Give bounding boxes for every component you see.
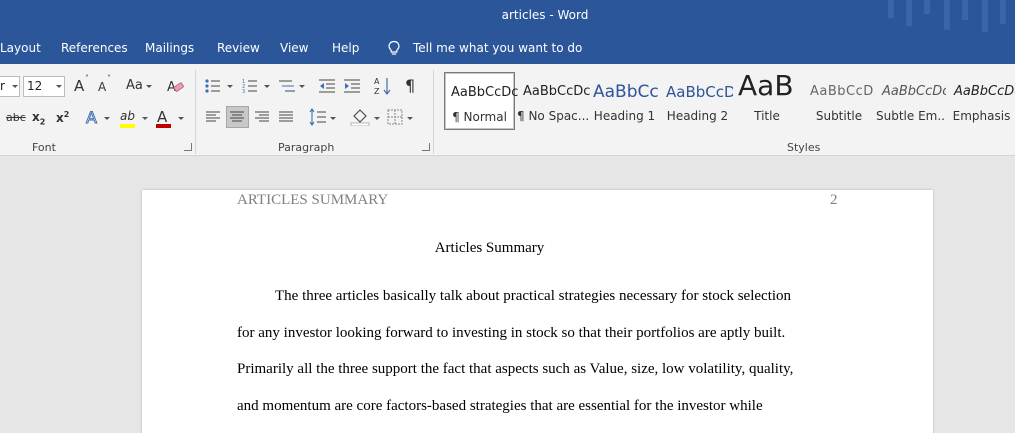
- style-name: Heading 1: [593, 109, 656, 123]
- numbering-dropdown-icon[interactable]: [264, 85, 270, 88]
- tab-mailings[interactable]: Mailings: [145, 41, 194, 55]
- shrink-font-button[interactable]: A: [98, 80, 106, 94]
- style-heading-1[interactable]: AaBbCc Heading 1: [589, 72, 660, 130]
- font-dialog-launcher[interactable]: [184, 143, 192, 151]
- document-page[interactable]: ARTICLES SUMMARY 2 Articles Summary The …: [142, 190, 933, 433]
- shading-dropdown-icon[interactable]: [374, 117, 380, 120]
- ribbon: r 12 A ˄ A ˅ Aa A abc x2 x2 A ab A Font …: [0, 64, 1015, 156]
- clear-formatting-icon[interactable]: A: [166, 77, 184, 95]
- style-name: Subtle Em...: [876, 109, 946, 123]
- subscript-label: x: [32, 110, 40, 124]
- font-color-swatch: [156, 124, 171, 128]
- strikethrough-button[interactable]: abc: [6, 111, 26, 124]
- document-title: Articles Summary: [434, 240, 545, 256]
- highlight-color-swatch: [120, 124, 135, 128]
- superscript-label: x: [56, 111, 64, 125]
- text-effects-dropdown-icon[interactable]: [104, 117, 110, 120]
- running-head: ARTICLES SUMMARY: [237, 192, 389, 208]
- font-group-label: Font: [32, 141, 56, 154]
- font-color-dropdown-icon[interactable]: [178, 117, 184, 120]
- multilevel-list-icon[interactable]: [278, 78, 296, 94]
- highlight-dropdown-icon[interactable]: [142, 117, 148, 120]
- font-size-dropdown-icon[interactable]: [56, 85, 62, 88]
- tab-review[interactable]: Review: [217, 41, 260, 55]
- align-center-icon: [230, 111, 244, 122]
- style-sample: AaBbCcDc: [523, 84, 591, 99]
- decrease-indent-icon[interactable]: [318, 78, 336, 94]
- svg-text:Z: Z: [374, 87, 380, 96]
- grow-font-button[interactable]: A: [74, 77, 84, 95]
- style-normal[interactable]: AaBbCcDc ¶ Normal: [444, 72, 519, 130]
- tab-help[interactable]: Help: [332, 41, 359, 55]
- text-effects-button[interactable]: A: [86, 108, 98, 128]
- page-number: 2: [830, 192, 838, 208]
- style-name: ¶ No Spac...: [517, 109, 590, 123]
- style-sample: AaBbCcDc: [882, 84, 946, 99]
- align-left-icon[interactable]: [205, 110, 221, 124]
- style-sample: AaBbCcDc: [451, 85, 519, 100]
- tab-view[interactable]: View: [280, 41, 308, 55]
- grow-font-arrow-icon: ˄: [85, 74, 89, 83]
- multilevel-dropdown-icon[interactable]: [299, 85, 305, 88]
- lightbulb-icon: [388, 40, 400, 55]
- tab-layout[interactable]: Layout: [0, 41, 41, 55]
- style-name: Emphasis: [952, 109, 1011, 123]
- tab-references[interactable]: References: [61, 41, 128, 55]
- style-sample: AaBbCcD: [666, 83, 733, 101]
- style-title[interactable]: AaB Title: [734, 72, 800, 130]
- shading-icon[interactable]: [350, 108, 370, 126]
- style-subtle-emphasis[interactable]: AaBbCcDc Subtle Em...: [876, 72, 946, 130]
- subscript-mark-icon: 2: [39, 117, 46, 127]
- group-separator: [195, 70, 196, 154]
- group-separator: [433, 70, 434, 154]
- paragraph-line: Primarily all the three support the fact…: [237, 361, 794, 377]
- subscript-button[interactable]: x2: [32, 110, 45, 126]
- paragraph-line: for any investor looking forward to inve…: [237, 325, 786, 341]
- numbering-icon[interactable]: 1 2 3: [242, 78, 258, 94]
- borders-dropdown-icon[interactable]: [407, 117, 413, 120]
- paragraph-dialog-launcher[interactable]: [422, 143, 430, 151]
- font-name-value: r: [0, 79, 5, 93]
- superscript-button[interactable]: x2: [56, 110, 69, 125]
- line-spacing-icon[interactable]: [309, 108, 327, 126]
- styles-group-label: Styles: [787, 141, 821, 154]
- font-name-dropdown-icon[interactable]: [12, 85, 18, 88]
- show-formatting-button[interactable]: ¶: [405, 76, 415, 95]
- svg-text:A: A: [374, 77, 380, 86]
- tell-me-search[interactable]: Tell me what you want to do: [413, 41, 582, 55]
- borders-icon[interactable]: [387, 109, 403, 125]
- paragraph-group-label: Paragraph: [278, 141, 335, 154]
- change-case-button[interactable]: Aa: [126, 78, 143, 93]
- paragraph-line: and momentum are core factors-based stra…: [237, 398, 763, 414]
- bullets-dropdown-icon[interactable]: [227, 85, 233, 88]
- highlight-button[interactable]: ab: [120, 109, 135, 123]
- increase-indent-icon[interactable]: [343, 78, 361, 94]
- style-sample: AaBbCcD: [810, 84, 874, 99]
- style-subtitle[interactable]: AaBbCcD Subtitle: [804, 72, 874, 130]
- style-name: Subtitle: [815, 109, 863, 123]
- window-title: articles - Word: [501, 8, 589, 22]
- ribbon-tabs: Layout References Mailings Review View H…: [0, 32, 1015, 64]
- justify-icon[interactable]: [278, 110, 294, 124]
- line-spacing-dropdown-icon[interactable]: [330, 117, 336, 120]
- style-heading-2[interactable]: AaBbCcD Heading 2: [662, 72, 733, 130]
- superscript-mark-icon: 2: [63, 110, 70, 119]
- svg-text:3: 3: [242, 89, 245, 94]
- change-case-dropdown-icon[interactable]: [146, 85, 152, 88]
- style-sample: AaB: [738, 72, 794, 102]
- style-no-spacing[interactable]: AaBbCcDc ¶ No Spac...: [517, 72, 591, 130]
- paragraph-line: The three articles basically talk about …: [275, 288, 792, 304]
- title-bar: articles - Word: [0, 0, 1015, 32]
- style-name: Heading 2: [666, 109, 729, 123]
- bullets-icon[interactable]: [205, 78, 221, 94]
- style-name: Title: [754, 109, 780, 123]
- font-size-value: 12: [27, 79, 43, 93]
- style-sample: AaBbCc: [593, 82, 659, 102]
- sort-icon[interactable]: A Z: [374, 76, 392, 96]
- style-name: ¶ Normal: [452, 110, 507, 124]
- shrink-font-arrow-icon: ˅: [107, 74, 111, 83]
- style-emphasis[interactable]: AaBbCcDc Emphasis: [948, 72, 1015, 130]
- align-right-icon[interactable]: [254, 110, 270, 124]
- style-sample: AaBbCcDc: [954, 84, 1015, 99]
